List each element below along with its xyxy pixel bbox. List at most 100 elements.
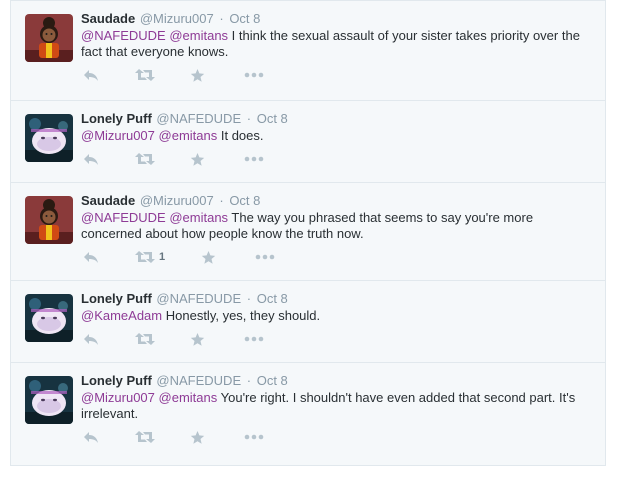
lonely-puff-avatar-image: [25, 294, 73, 342]
separator-dot: ·: [246, 111, 252, 126]
username[interactable]: @NAFEDUDE: [156, 373, 241, 388]
mention-link[interactable]: @NAFEDUDE: [81, 28, 166, 43]
tweet-text: @NAFEDUDE @emitans The way you phrased t…: [81, 210, 593, 242]
mention-link[interactable]: @emitans: [159, 128, 218, 143]
more-icon: [244, 72, 264, 78]
tweet-header: Saudade @Mizuru007 · Oct 8: [81, 11, 593, 27]
retweet-button[interactable]: [135, 332, 159, 346]
tweet[interactable]: Saudade @Mizuru007 · Oct 8 @NAFEDUDE @em…: [11, 0, 605, 100]
saudade-avatar-image: [25, 14, 73, 62]
tweet[interactable]: Lonely Puff @NAFEDUDE · Oct 8 @KameAdam …: [11, 280, 605, 362]
username[interactable]: @NAFEDUDE: [156, 111, 241, 126]
fullname[interactable]: Saudade: [81, 193, 135, 208]
retweet-icon: [135, 69, 155, 81]
fullname[interactable]: Lonely Puff: [81, 373, 152, 388]
timestamp[interactable]: Oct 8: [257, 373, 288, 388]
mention-link[interactable]: @Mizuru007: [81, 390, 155, 405]
reply-button[interactable]: [83, 430, 99, 444]
retweet-button[interactable]: [135, 68, 159, 82]
username[interactable]: @NAFEDUDE: [156, 291, 241, 306]
mention-link[interactable]: @Mizuru007: [81, 128, 155, 143]
reply-icon: [84, 252, 98, 263]
tweet-actions: [81, 60, 593, 90]
reply-icon: [84, 154, 98, 165]
mention-link[interactable]: @emitans: [169, 28, 228, 43]
separator-dot: ·: [219, 193, 224, 208]
separator-dot: ·: [246, 373, 252, 388]
tweet-body: You're right. I shouldn't have even adde…: [81, 390, 576, 421]
star-icon: [190, 430, 205, 444]
avatar[interactable]: [25, 294, 73, 342]
favorite-button[interactable]: [190, 152, 205, 167]
tweet-actions: 1: [81, 242, 593, 272]
tweet-body: It does.: [217, 128, 264, 143]
more-button[interactable]: [244, 434, 264, 440]
mention-link[interactable]: @KameAdam: [81, 308, 162, 323]
tweet-actions: [81, 324, 593, 354]
retweet-button[interactable]: 1: [135, 250, 165, 264]
more-button[interactable]: [244, 156, 264, 162]
tweet-text: @Mizuru007 @emitans You're right. I shou…: [81, 390, 593, 422]
star-icon: [201, 250, 216, 264]
separator-dot: ·: [246, 291, 252, 306]
reply-icon: [84, 432, 98, 443]
tweet-text: @KameAdam Honestly, yes, they should.: [81, 308, 593, 324]
avatar[interactable]: [25, 376, 73, 424]
retweet-button[interactable]: [135, 152, 159, 166]
retweet-button[interactable]: [135, 430, 159, 444]
avatar[interactable]: [25, 14, 73, 62]
mention-link[interactable]: @emitans: [159, 390, 218, 405]
tweet-actions: [81, 144, 593, 174]
reply-button[interactable]: [83, 332, 99, 346]
avatar[interactable]: [25, 196, 73, 244]
timestamp[interactable]: Oct 8: [229, 11, 260, 26]
favorite-button[interactable]: [190, 68, 205, 83]
more-button[interactable]: [244, 72, 264, 78]
reply-icon: [84, 334, 98, 345]
tweet[interactable]: Lonely Puff @NAFEDUDE · Oct 8 @Mizuru007…: [11, 362, 605, 456]
tweet[interactable]: Lonely Puff @NAFEDUDE · Oct 8 @Mizuru007…: [11, 100, 605, 182]
timestamp[interactable]: Oct 8: [257, 111, 288, 126]
saudade-avatar-image: [25, 196, 73, 244]
tweet-header: Lonely Puff @NAFEDUDE · Oct 8: [81, 111, 593, 127]
fullname[interactable]: Lonely Puff: [81, 291, 152, 306]
retweet-icon: [135, 431, 155, 443]
reply-button[interactable]: [83, 152, 99, 166]
reply-button[interactable]: [83, 250, 99, 264]
username[interactable]: @Mizuru007: [140, 193, 214, 208]
reply-icon: [84, 70, 98, 81]
star-icon: [190, 68, 205, 82]
username[interactable]: @Mizuru007: [140, 11, 214, 26]
more-button[interactable]: [255, 254, 275, 260]
more-icon: [244, 434, 264, 440]
more-icon: [244, 336, 264, 342]
lonely-puff-avatar-image: [25, 376, 73, 424]
tweet-timeline: Saudade @Mizuru007 · Oct 8 @NAFEDUDE @em…: [10, 0, 606, 466]
tweet-text: @Mizuru007 @emitans It does.: [81, 128, 593, 144]
favorite-button[interactable]: [201, 250, 216, 265]
tweet-header: Lonely Puff @NAFEDUDE · Oct 8: [81, 291, 593, 307]
tweet-header: Lonely Puff @NAFEDUDE · Oct 8: [81, 373, 593, 389]
avatar[interactable]: [25, 114, 73, 162]
lonely-puff-avatar-image: [25, 114, 73, 162]
separator-dot: ·: [219, 11, 224, 26]
tweet-actions: [81, 422, 593, 452]
tweet-text: @NAFEDUDE @emitans I think the sexual as…: [81, 28, 593, 60]
mention-link[interactable]: @NAFEDUDE: [81, 210, 166, 225]
retweet-icon: [135, 333, 155, 345]
favorite-button[interactable]: [190, 430, 205, 445]
star-icon: [190, 332, 205, 346]
retweet-icon: [135, 251, 155, 263]
timestamp[interactable]: Oct 8: [229, 193, 260, 208]
retweet-icon: [135, 153, 155, 165]
fullname[interactable]: Saudade: [81, 11, 135, 26]
timestamp[interactable]: Oct 8: [257, 291, 288, 306]
reply-button[interactable]: [83, 68, 99, 82]
tweet[interactable]: Saudade @Mizuru007 · Oct 8 @NAFEDUDE @em…: [11, 182, 605, 280]
more-icon: [244, 156, 264, 162]
fullname[interactable]: Lonely Puff: [81, 111, 152, 126]
more-icon: [255, 254, 275, 260]
more-button[interactable]: [244, 336, 264, 342]
mention-link[interactable]: @emitans: [169, 210, 228, 225]
favorite-button[interactable]: [190, 332, 205, 347]
